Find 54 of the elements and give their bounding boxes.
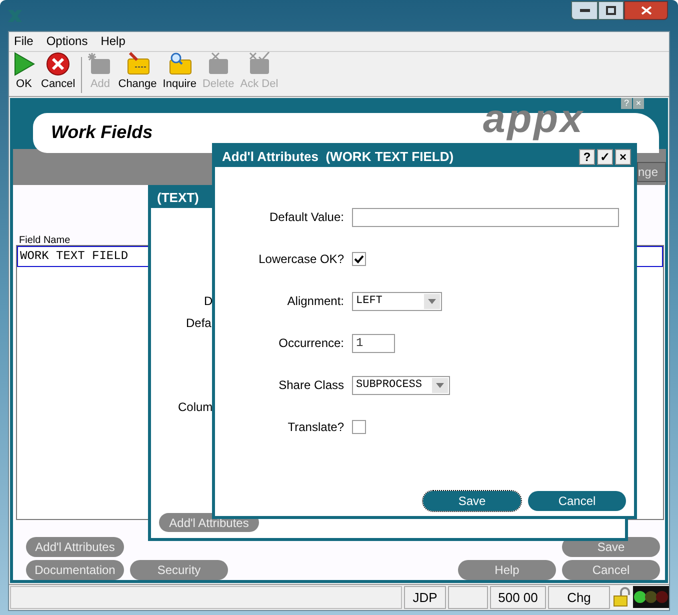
close-icon [640, 6, 652, 15]
checkbox[interactable] [352, 252, 366, 266]
star-folder-icon [88, 52, 112, 76]
toolbar-button[interactable]: OK [11, 52, 37, 93]
menu-item[interactable]: File [14, 32, 34, 50]
dialog-button[interactable]: Cancel [528, 491, 626, 511]
field-label: Occurrence: [278, 335, 345, 352]
magnifier-folder-icon [168, 52, 192, 76]
field-label: Lowercase OK? [258, 251, 345, 268]
status-cell [448, 586, 488, 609]
status-mode: Chg [548, 586, 610, 609]
close-icon [46, 52, 70, 76]
status-user: JDP [404, 586, 446, 609]
dialog-title: Add'l Attributes (WORK TEXT FIELD) [222, 148, 454, 166]
x-folder-icon [206, 52, 230, 76]
title-bar-button[interactable]: ✓ [597, 148, 613, 164]
title-bar-button[interactable]: × [615, 148, 631, 164]
dropdown[interactable]: LEFT [352, 292, 442, 310]
field-label: Default Value: [268, 209, 345, 226]
dropdown-value: SUBPROCESS [356, 378, 422, 393]
traffic-light-icon [633, 586, 669, 608]
toolbar-button[interactable]: Inquire [160, 52, 198, 93]
field-label: Defa [186, 315, 212, 332]
maximize-button[interactable] [598, 1, 624, 20]
minimize-button[interactable] [571, 1, 598, 20]
dialog-title: (TEXT) [157, 190, 199, 205]
pencil-folder-icon [126, 52, 150, 76]
field-label: Translate? [286, 419, 345, 436]
input-field[interactable] [352, 208, 619, 226]
check-folder-icon [247, 52, 272, 76]
dialog-button[interactable]: Save [423, 491, 521, 511]
dropdown-value: LEFT [356, 294, 382, 309]
checkbox[interactable] [352, 420, 366, 434]
field-label: Alignment: [286, 293, 345, 310]
padlock-icon [613, 587, 631, 608]
menu-item[interactable]: Help [100, 32, 126, 50]
dropdown[interactable]: SUBPROCESS [352, 376, 450, 394]
close-button[interactable] [624, 1, 668, 20]
minimize-icon [580, 9, 590, 12]
toolbar-button[interactable]: Cancel [39, 52, 78, 93]
status-amount: 500 00 [490, 586, 546, 609]
form-title: Work Fields [51, 120, 153, 144]
field-label: D [204, 293, 213, 310]
field-label: Colum [178, 399, 213, 416]
column-header: Field Name [19, 234, 70, 248]
check-icon [354, 254, 364, 264]
play-icon [13, 52, 35, 76]
input-field[interactable]: 1 [352, 334, 395, 352]
field-label: Share Class [278, 377, 345, 394]
maximize-icon [606, 6, 616, 15]
toolbar-button[interactable]: Change [116, 52, 159, 93]
menu-item[interactable]: Options [46, 32, 88, 50]
title-bar-button[interactable]: ? [579, 148, 595, 164]
form-button[interactable]: nge [637, 162, 666, 182]
